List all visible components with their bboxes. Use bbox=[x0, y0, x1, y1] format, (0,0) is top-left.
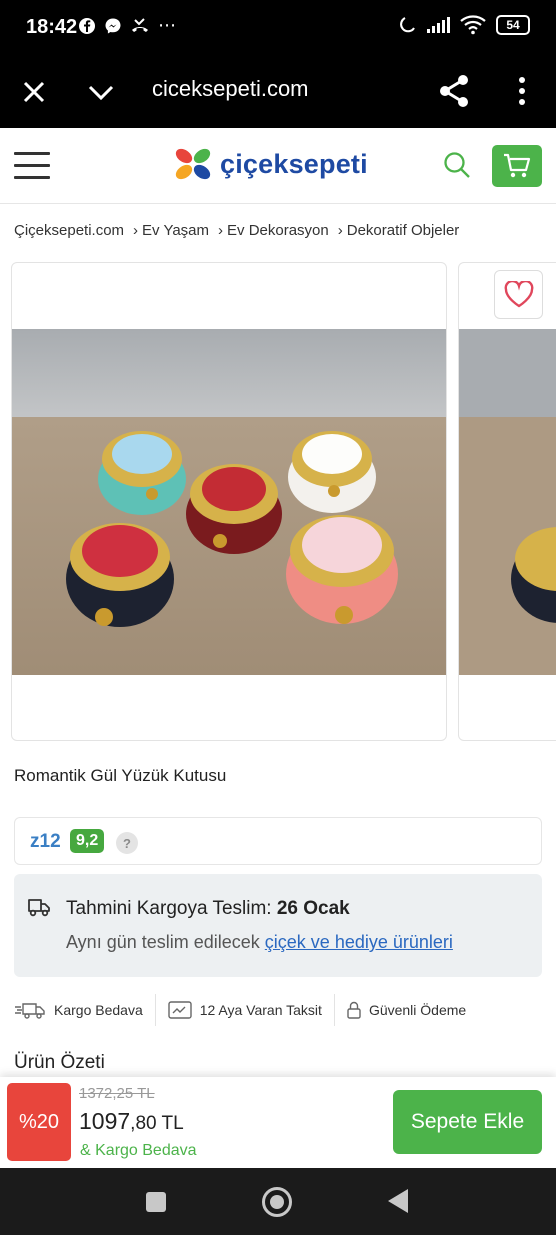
share-icon[interactable] bbox=[438, 74, 470, 108]
help-icon[interactable]: ? bbox=[116, 832, 138, 854]
logo-text: çiçeksepeti bbox=[220, 148, 368, 179]
divider bbox=[154, 994, 156, 1026]
breadcrumb: Çiçeksepeti.com › Ev Yaşam › Ev Dekorasyon… bbox=[14, 222, 459, 239]
site-header: çiçeksepeti bbox=[0, 128, 556, 204]
product-photo[interactable] bbox=[12, 329, 446, 675]
favorite-button[interactable] bbox=[494, 270, 543, 319]
messenger-icon bbox=[105, 18, 121, 33]
breadcrumb-item[interactable]: › Dekoratif Objeler bbox=[329, 222, 460, 239]
delivery-date: 26 Ocak bbox=[276, 898, 350, 919]
heart-icon bbox=[504, 281, 533, 308]
browser-toolbar: ciceksepeti.com bbox=[0, 56, 556, 128]
home-icon[interactable] bbox=[262, 1187, 292, 1217]
back-icon[interactable] bbox=[388, 1189, 408, 1213]
signal-icon bbox=[427, 17, 450, 33]
current-price: 1097,80 TL bbox=[79, 1108, 184, 1134]
status-time: 18:42 bbox=[26, 16, 78, 38]
discount-badge: %20 bbox=[7, 1083, 71, 1161]
product-photo-next[interactable] bbox=[459, 329, 556, 675]
battery-level: 54 bbox=[506, 18, 520, 32]
feature-secure-payment: Güvenli Ödeme bbox=[347, 994, 466, 1026]
purchase-bar: %20 1372,25 TL 1097,80 TL & Kargo Bedava… bbox=[0, 1077, 556, 1168]
same-day-link[interactable]: çiçek ve hediye ürünleri bbox=[265, 932, 453, 952]
cart-icon bbox=[504, 153, 531, 178]
breadcrumb-item[interactable]: Çiçeksepeti.com bbox=[14, 222, 124, 239]
battery-icon: 54 bbox=[496, 15, 530, 35]
product-image-card-next[interactable] bbox=[458, 262, 556, 741]
feature-installment: 12 Aya Varan Taksit bbox=[168, 994, 322, 1026]
url-text[interactable]: ciceksepeti.com bbox=[152, 76, 309, 102]
menu-icon[interactable] bbox=[14, 152, 50, 180]
old-price: 1372,25 TL bbox=[79, 1085, 155, 1102]
product-summary-heading: Ürün Özeti bbox=[14, 1052, 105, 1073]
breadcrumb-item[interactable]: › Ev Yaşam bbox=[124, 222, 209, 239]
same-day-note: Aynı gün teslim edilecek çiçek ve hediye… bbox=[66, 932, 453, 952]
facebook-icon bbox=[79, 17, 95, 34]
truck-icon bbox=[28, 899, 50, 917]
truck-fast-icon bbox=[15, 1003, 45, 1019]
divider bbox=[333, 994, 335, 1026]
chevron-right-icon: › bbox=[218, 222, 224, 239]
wifi-icon bbox=[460, 15, 486, 35]
site-logo[interactable]: çiçeksepeti bbox=[172, 146, 368, 182]
search-icon[interactable] bbox=[442, 150, 472, 180]
card-icon bbox=[168, 1001, 192, 1019]
chevron-right-icon: › bbox=[337, 222, 343, 239]
cart-button[interactable] bbox=[492, 145, 542, 187]
seller-name[interactable]: z12 bbox=[30, 831, 61, 853]
free-shipping-label: & Kargo Bedava bbox=[80, 1142, 197, 1159]
breadcrumb-item[interactable]: › Ev Dekorasyon bbox=[209, 222, 329, 239]
system-nav-bar bbox=[0, 1168, 556, 1235]
logo-mark-icon bbox=[175, 148, 211, 180]
system-icons: 54 bbox=[398, 15, 530, 35]
chevron-down-icon[interactable] bbox=[86, 78, 116, 106]
product-title: Romantik Gül Yüzük Kutusu bbox=[14, 766, 227, 785]
delivery-info: Tahmini Kargoya Teslim: 26 Ocak Aynı gün… bbox=[14, 874, 542, 977]
moon-icon bbox=[400, 17, 415, 33]
seller-score-badge: 9,2 bbox=[70, 829, 105, 853]
feature-free-shipping: Kargo Bedava bbox=[14, 994, 143, 1026]
close-icon[interactable] bbox=[20, 78, 48, 106]
lock-icon bbox=[347, 1001, 361, 1019]
add-to-cart-button[interactable]: Sepete Ekle bbox=[393, 1090, 542, 1154]
missed-call-icon bbox=[132, 17, 148, 32]
status-bar: 18:42 ⋯ 54 bbox=[0, 0, 556, 56]
delivery-estimate: Tahmini Kargoya Teslim: 26 Ocak bbox=[66, 898, 350, 919]
product-image-card[interactable] bbox=[11, 262, 447, 741]
notification-icons: ⋯ bbox=[78, 15, 177, 36]
recents-icon[interactable] bbox=[146, 1192, 166, 1212]
more-vert-icon[interactable] bbox=[512, 74, 532, 108]
seller-box[interactable]: z12 9,2 ? bbox=[14, 817, 542, 865]
more-dots-icon: ⋯ bbox=[158, 15, 177, 35]
chevron-right-icon: › bbox=[133, 222, 139, 239]
feature-strip: Kargo Bedava 12 Aya Varan Taksit Güvenli… bbox=[14, 992, 542, 1028]
